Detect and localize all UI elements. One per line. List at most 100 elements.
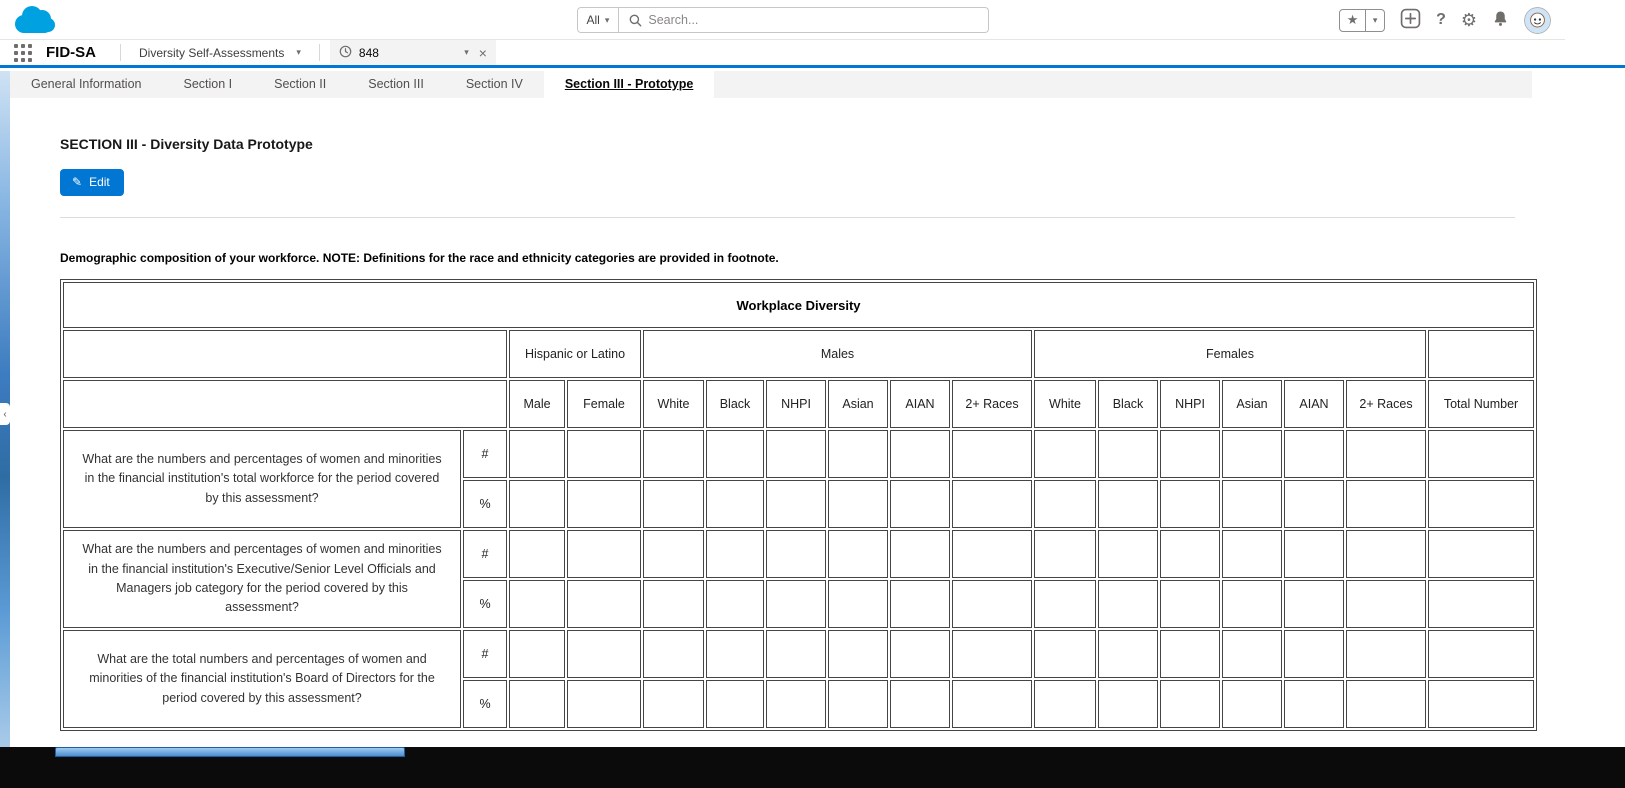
- data-cell[interactable]: [567, 480, 641, 528]
- data-cell[interactable]: [1222, 580, 1282, 628]
- data-cell[interactable]: [706, 630, 764, 678]
- favorites-button[interactable]: ★: [1339, 9, 1366, 32]
- data-cell[interactable]: [1428, 480, 1534, 528]
- data-cell[interactable]: [952, 530, 1032, 578]
- data-cell[interactable]: [509, 480, 565, 528]
- data-cell[interactable]: [1160, 530, 1220, 578]
- data-cell[interactable]: [766, 530, 826, 578]
- data-cell[interactable]: [890, 480, 950, 528]
- data-cell[interactable]: [1284, 680, 1344, 728]
- data-cell[interactable]: [828, 480, 888, 528]
- data-cell[interactable]: [766, 630, 826, 678]
- data-cell[interactable]: [1428, 430, 1534, 478]
- data-cell[interactable]: [766, 480, 826, 528]
- favorites-menu-button[interactable]: ▾: [1366, 9, 1385, 32]
- close-icon[interactable]: ×: [479, 46, 487, 60]
- subtab-section-iii[interactable]: Section III: [347, 71, 445, 98]
- data-cell[interactable]: [766, 680, 826, 728]
- data-cell[interactable]: [509, 630, 565, 678]
- data-cell[interactable]: [1284, 480, 1344, 528]
- user-avatar[interactable]: [1524, 7, 1551, 34]
- expand-panel-arrow[interactable]: ‹: [0, 403, 10, 425]
- data-cell[interactable]: [890, 430, 950, 478]
- data-cell[interactable]: [567, 630, 641, 678]
- data-cell[interactable]: [1284, 630, 1344, 678]
- background-window-edge[interactable]: [55, 747, 405, 757]
- data-cell[interactable]: [1346, 630, 1426, 678]
- data-cell[interactable]: [766, 430, 826, 478]
- data-cell[interactable]: [1160, 480, 1220, 528]
- data-cell[interactable]: [1284, 580, 1344, 628]
- data-cell[interactable]: [509, 530, 565, 578]
- data-cell[interactable]: [1034, 530, 1096, 578]
- data-cell[interactable]: [1098, 580, 1158, 628]
- data-cell[interactable]: [952, 430, 1032, 478]
- data-cell[interactable]: [1160, 680, 1220, 728]
- subtab-section-iv[interactable]: Section IV: [445, 71, 544, 98]
- edit-button[interactable]: ✎ Edit: [60, 169, 124, 196]
- data-cell[interactable]: [1160, 580, 1220, 628]
- search-scope-button[interactable]: All ▾: [578, 8, 620, 32]
- data-cell[interactable]: [828, 680, 888, 728]
- data-cell[interactable]: [643, 630, 704, 678]
- data-cell[interactable]: [567, 580, 641, 628]
- data-cell[interactable]: [643, 430, 704, 478]
- data-cell[interactable]: [766, 580, 826, 628]
- help-button[interactable]: ?: [1436, 11, 1446, 29]
- chevron-down-icon[interactable]: ▾: [464, 47, 469, 58]
- data-cell[interactable]: [828, 430, 888, 478]
- subtab-section-iii-prototype[interactable]: Section III - Prototype: [544, 71, 715, 98]
- data-cell[interactable]: [1034, 680, 1096, 728]
- data-cell[interactable]: [643, 530, 704, 578]
- data-cell[interactable]: [1034, 480, 1096, 528]
- data-cell[interactable]: [952, 630, 1032, 678]
- data-cell[interactable]: [706, 530, 764, 578]
- data-cell[interactable]: [643, 480, 704, 528]
- data-cell[interactable]: [1428, 680, 1534, 728]
- data-cell[interactable]: [567, 530, 641, 578]
- data-cell[interactable]: [890, 680, 950, 728]
- data-cell[interactable]: [1160, 430, 1220, 478]
- data-cell[interactable]: [1034, 630, 1096, 678]
- data-cell[interactable]: [1284, 530, 1344, 578]
- setup-button[interactable]: ⚙: [1461, 10, 1477, 31]
- data-cell[interactable]: [1346, 480, 1426, 528]
- data-cell[interactable]: [1034, 430, 1096, 478]
- data-cell[interactable]: [1098, 530, 1158, 578]
- subtab-general-information[interactable]: General Information: [10, 71, 162, 98]
- data-cell[interactable]: [706, 680, 764, 728]
- data-cell[interactable]: [509, 430, 565, 478]
- data-cell[interactable]: [952, 480, 1032, 528]
- chevron-down-icon[interactable]: ▾: [296, 47, 301, 58]
- data-cell[interactable]: [1222, 680, 1282, 728]
- data-cell[interactable]: [1222, 530, 1282, 578]
- data-cell[interactable]: [1428, 630, 1534, 678]
- global-actions-button[interactable]: [1400, 8, 1421, 32]
- notifications-button[interactable]: [1492, 10, 1509, 30]
- data-cell[interactable]: [1428, 580, 1534, 628]
- data-cell[interactable]: [828, 580, 888, 628]
- data-cell[interactable]: [706, 580, 764, 628]
- data-cell[interactable]: [1034, 580, 1096, 628]
- data-cell[interactable]: [509, 580, 565, 628]
- data-cell[interactable]: [952, 680, 1032, 728]
- data-cell[interactable]: [643, 580, 704, 628]
- data-cell[interactable]: [706, 430, 764, 478]
- data-cell[interactable]: [1346, 430, 1426, 478]
- data-cell[interactable]: [1222, 480, 1282, 528]
- data-cell[interactable]: [567, 430, 641, 478]
- data-cell[interactable]: [828, 530, 888, 578]
- data-cell[interactable]: [1346, 530, 1426, 578]
- subtab-section-ii[interactable]: Section II: [253, 71, 347, 98]
- data-cell[interactable]: [1346, 580, 1426, 628]
- data-cell[interactable]: [952, 580, 1032, 628]
- data-cell[interactable]: [890, 630, 950, 678]
- data-cell[interactable]: [1284, 430, 1344, 478]
- data-cell[interactable]: [890, 580, 950, 628]
- app-launcher-icon[interactable]: [14, 44, 32, 62]
- data-cell[interactable]: [828, 630, 888, 678]
- data-cell[interactable]: [1098, 430, 1158, 478]
- data-cell[interactable]: [1160, 630, 1220, 678]
- data-cell[interactable]: [509, 680, 565, 728]
- nav-tab-diversity-self-assessments[interactable]: Diversity Self-Assessments ▾: [131, 40, 309, 65]
